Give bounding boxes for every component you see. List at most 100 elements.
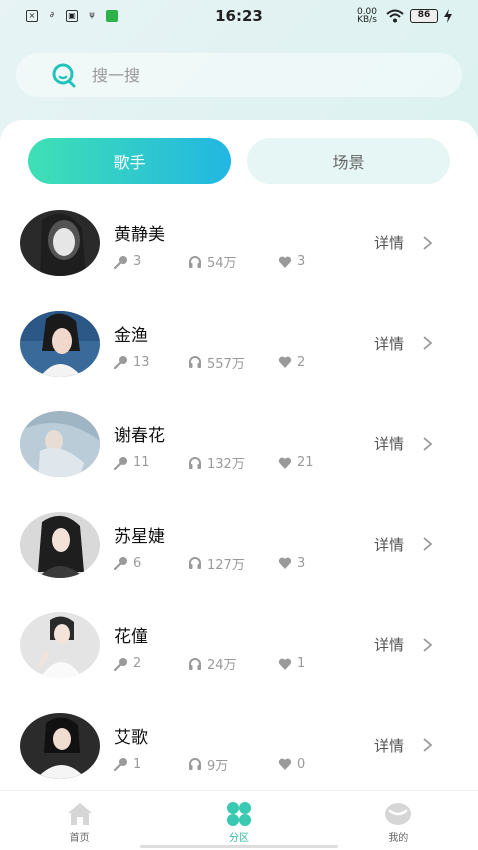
song-count: 1 bbox=[133, 756, 142, 772]
detail-button[interactable]: 详情 bbox=[374, 634, 434, 655]
tab-scenes[interactable]: 场景 bbox=[247, 138, 450, 184]
like-count: 21 bbox=[297, 455, 314, 470]
play-count: 557万 bbox=[207, 356, 245, 372]
chevron-right-icon bbox=[423, 738, 433, 752]
heart-icon bbox=[278, 457, 292, 469]
play-count: 132万 bbox=[207, 457, 245, 472]
chevron-right-icon bbox=[423, 537, 433, 551]
search-bar[interactable] bbox=[16, 53, 462, 97]
singer-stats: 6 127万 3 bbox=[114, 554, 305, 573]
avatar bbox=[20, 712, 100, 779]
like-count: 3 bbox=[297, 555, 306, 571]
main-panel: 歌手 场景 黄静美 3 54万 3 详情 金渔 13 557万 2 详情 谢春花… bbox=[0, 120, 478, 850]
detail-button[interactable]: 详情 bbox=[374, 232, 434, 253]
detail-button[interactable]: 详情 bbox=[374, 534, 434, 555]
status-icons-right: 0.00 KB/s 86 bbox=[354, 7, 452, 25]
play-count: 127万 bbox=[207, 557, 245, 573]
search-icon bbox=[52, 63, 76, 88]
singer-stats: 2 24万 1 bbox=[114, 654, 305, 673]
search-input[interactable] bbox=[92, 65, 392, 85]
nav-home[interactable]: 首页 bbox=[0, 791, 159, 850]
chevron-right-icon bbox=[423, 637, 433, 652]
chevron-right-icon bbox=[423, 436, 433, 451]
microphone-icon bbox=[114, 657, 127, 671]
singer-stats: 11 132万 21 bbox=[114, 453, 314, 472]
nav-profile[interactable]: 我的 bbox=[319, 791, 478, 850]
headphones-icon bbox=[189, 557, 201, 569]
detail-button[interactable]: 详情 bbox=[374, 735, 434, 756]
heart-icon bbox=[278, 758, 292, 770]
wifi-icon bbox=[386, 9, 404, 23]
network-speed: 0.00 KB/s bbox=[356, 7, 378, 25]
song-count: 6 bbox=[133, 555, 142, 571]
tab-singers[interactable]: 歌手 bbox=[28, 138, 231, 184]
avatar bbox=[20, 612, 100, 678]
singer-row[interactable]: 黄静美 3 54万 3 详情 bbox=[0, 206, 478, 307]
heart-icon bbox=[278, 658, 292, 670]
link-icon: ∂ bbox=[49, 10, 55, 19]
singer-name: 金渔 bbox=[114, 325, 148, 346]
like-count: 0 bbox=[297, 756, 306, 772]
singer-name: 艾歌 bbox=[114, 727, 148, 748]
nav-profile-label: 我的 bbox=[388, 833, 409, 844]
avatar bbox=[20, 210, 100, 276]
singer-stats: 1 9万 0 bbox=[114, 755, 305, 774]
heart-icon bbox=[278, 557, 292, 569]
status-bar: × ∂ ▣ ψ 16:23 0.00 KB/s 86 bbox=[0, 0, 478, 32]
microphone-icon bbox=[114, 557, 127, 570]
nav-category[interactable]: 分区 bbox=[159, 791, 318, 850]
charging-icon bbox=[444, 9, 452, 23]
profile-icon bbox=[385, 803, 412, 825]
like-count: 1 bbox=[297, 656, 306, 671]
singer-stats: 13 557万 2 bbox=[114, 353, 305, 372]
nav-category-label: 分区 bbox=[228, 833, 249, 844]
play-count: 54万 bbox=[207, 256, 237, 271]
home-indicator bbox=[140, 845, 338, 848]
detail-button[interactable]: 详情 bbox=[374, 333, 434, 354]
detail-label: 详情 bbox=[374, 435, 405, 453]
wechat-icon bbox=[106, 10, 118, 22]
avatar bbox=[20, 310, 100, 377]
bottom-nav: 首页 分区 我的 bbox=[0, 790, 478, 850]
song-count: 13 bbox=[133, 354, 150, 370]
status-time: 16:23 bbox=[215, 7, 263, 25]
tab-bar: 歌手 场景 bbox=[28, 138, 450, 184]
battery-icon: 86 bbox=[410, 9, 438, 23]
headphones-icon bbox=[189, 657, 201, 670]
like-count: 2 bbox=[297, 354, 306, 370]
microphone-icon bbox=[114, 758, 127, 771]
detail-label: 详情 bbox=[374, 535, 405, 554]
headphones-icon bbox=[189, 758, 201, 770]
avatar bbox=[20, 411, 100, 477]
song-count: 2 bbox=[133, 656, 142, 671]
x-icon: × bbox=[26, 10, 38, 22]
singer-row[interactable]: 金渔 13 557万 2 详情 bbox=[0, 307, 478, 408]
heart-icon bbox=[278, 356, 292, 368]
home-icon bbox=[67, 803, 92, 825]
microphone-icon bbox=[114, 356, 127, 369]
song-count: 3 bbox=[133, 254, 142, 269]
chevron-right-icon bbox=[423, 336, 433, 350]
status-icons-left: × ∂ ▣ ψ bbox=[26, 10, 118, 22]
singer-row[interactable]: 花僮 2 24万 1 详情 bbox=[0, 608, 478, 709]
singer-list: 黄静美 3 54万 3 详情 金渔 13 557万 2 详情 谢春花 11 13… bbox=[0, 206, 478, 809]
singer-name: 黄静美 bbox=[114, 225, 165, 245]
detail-label: 详情 bbox=[374, 736, 405, 755]
singer-name: 谢春花 bbox=[114, 426, 165, 446]
headphones-icon bbox=[189, 356, 201, 368]
microphone-icon bbox=[114, 456, 127, 470]
usb-icon: ψ bbox=[89, 10, 95, 19]
singer-name: 花僮 bbox=[114, 627, 148, 647]
singer-stats: 3 54万 3 bbox=[114, 252, 305, 271]
detail-button[interactable]: 详情 bbox=[374, 433, 434, 454]
singer-row[interactable]: 谢春花 11 132万 21 详情 bbox=[0, 407, 478, 508]
nfc-icon: ▣ bbox=[66, 10, 78, 22]
singer-name: 苏星婕 bbox=[114, 526, 165, 547]
play-count: 24万 bbox=[207, 658, 237, 673]
headphones-icon bbox=[189, 255, 201, 268]
heart-icon bbox=[278, 256, 292, 268]
play-count: 9万 bbox=[207, 758, 229, 774]
detail-label: 详情 bbox=[374, 334, 405, 353]
detail-label: 详情 bbox=[374, 234, 405, 252]
singer-row[interactable]: 苏星婕 6 127万 3 详情 bbox=[0, 508, 478, 609]
